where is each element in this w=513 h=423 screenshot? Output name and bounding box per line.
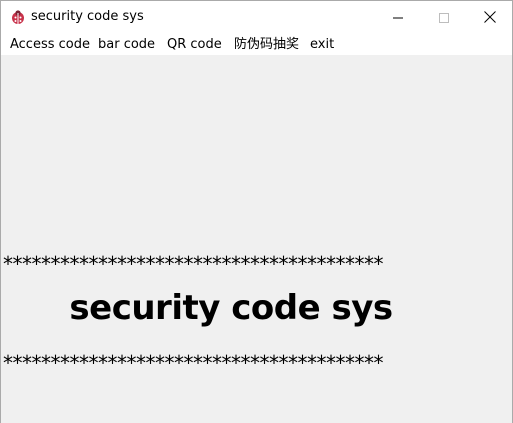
close-icon [484, 8, 496, 27]
minimize-icon [393, 8, 403, 27]
menu-item-lottery[interactable]: 防伪码抽奖 [234, 36, 299, 54]
stars-divider-bottom: **************************************** [3, 352, 384, 374]
title-bar[interactable]: security code sys [1, 1, 512, 33]
maximize-button[interactable] [421, 1, 467, 33]
menu-item-exit[interactable]: exit [310, 36, 334, 54]
menu-bar: Access code bar code QR code 防伪码抽奖 exit [1, 33, 512, 55]
page-title: security code sys [69, 288, 393, 328]
menu-item-bar-code[interactable]: bar code [98, 36, 155, 54]
close-button[interactable] [467, 1, 513, 33]
window-title: security code sys [31, 9, 144, 24]
main-content: ****************************************… [1, 55, 512, 423]
stars-divider-top: **************************************** [3, 253, 384, 275]
app-window: security code sys Access code bar code Q… [0, 0, 513, 423]
menu-item-qr-code[interactable]: QR code [167, 36, 222, 54]
maximize-icon [439, 8, 449, 27]
menu-item-access-code[interactable]: Access code [10, 36, 90, 54]
minimize-button[interactable] [375, 1, 421, 33]
ladybug-icon [10, 9, 26, 25]
